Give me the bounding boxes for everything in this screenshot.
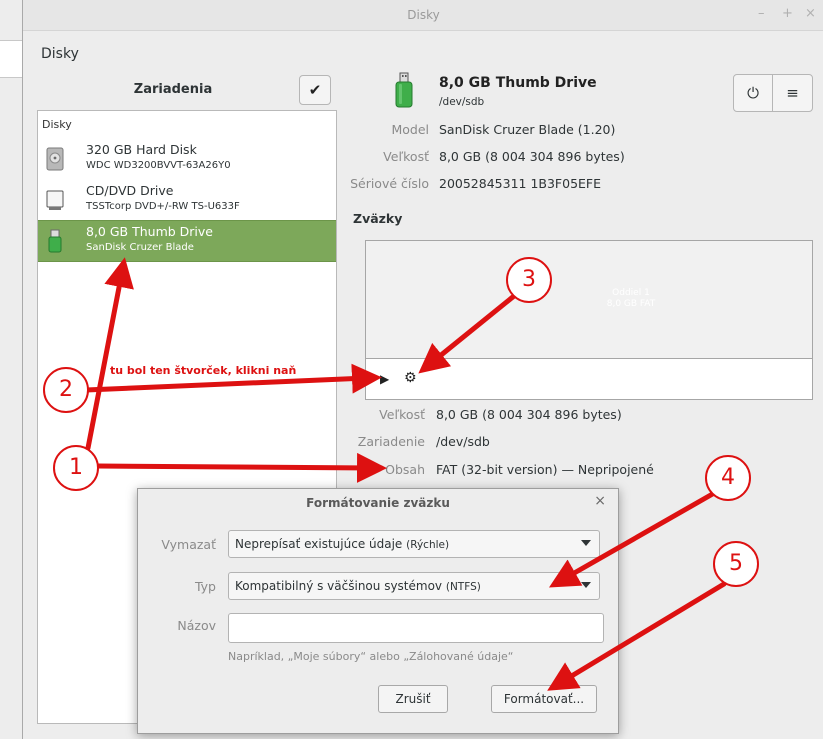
arrow-5-to-format: [547, 581, 727, 691]
annotation-number-2: 2: [43, 367, 89, 413]
arrow-3-to-gears: [418, 293, 517, 374]
arrow-1-to-contents: [95, 452, 387, 483]
annotation-number-1: 1: [53, 445, 99, 491]
arrow-4-to-type: [548, 489, 719, 588]
arrow-1-to-device: [85, 257, 134, 451]
annotation-number-4: 4: [705, 455, 751, 501]
annotation-text: tu bol ten štvorček, klikni naň: [110, 364, 297, 377]
annotation-number-5: 5: [713, 541, 759, 587]
annotation-number-3: 3: [506, 257, 552, 303]
arrow-2-to-toolbar: [83, 363, 382, 394]
